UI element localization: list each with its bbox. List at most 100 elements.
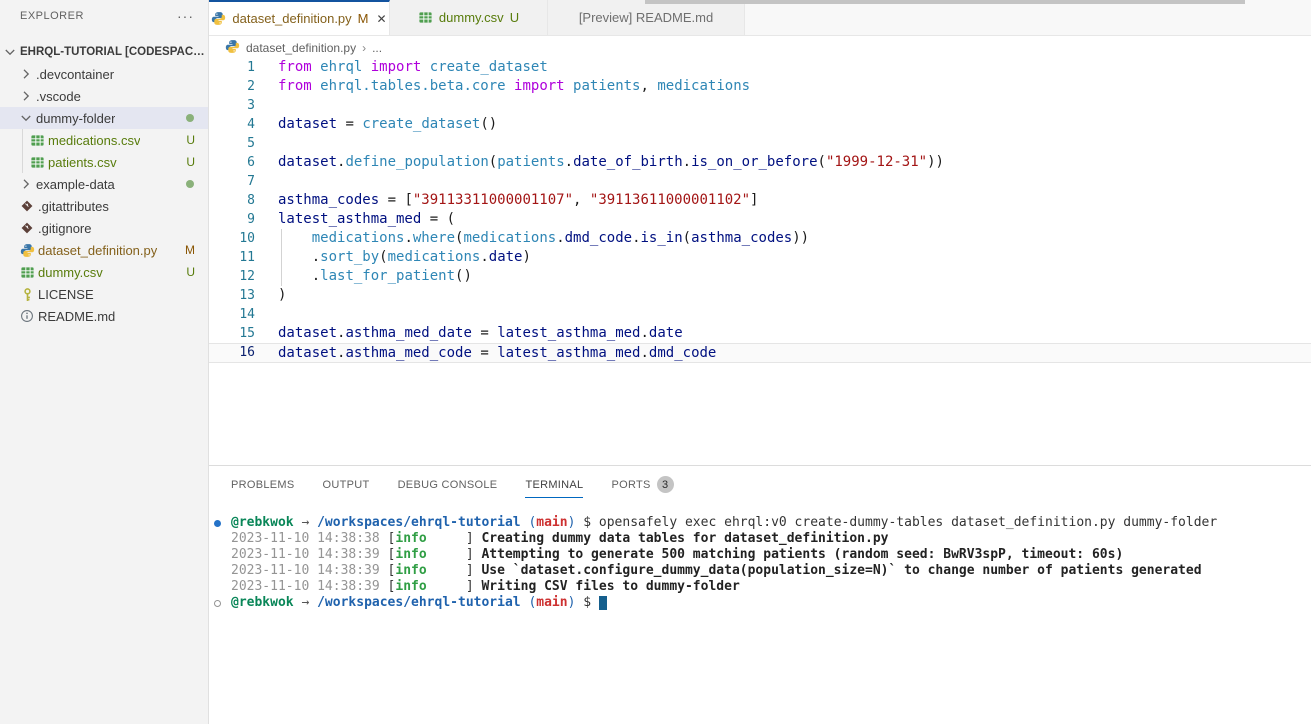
- tree-item-label: medications.csv: [48, 133, 140, 148]
- line-number: 9: [209, 210, 255, 229]
- line-number: 4: [209, 115, 255, 134]
- command-decoration-filled[interactable]: [214, 520, 221, 527]
- terminal-area[interactable]: @rebkwok → /workspaces/ehrql-tutorial (m…: [209, 515, 1311, 724]
- tab-git-badge: M: [358, 11, 369, 26]
- python-file-icon: [18, 242, 36, 258]
- line-number: 1: [209, 58, 255, 77]
- tree-item-label: .devcontainer: [36, 67, 114, 82]
- panel-tab-terminal[interactable]: TERMINAL: [525, 466, 583, 503]
- chevron-right-icon[interactable]: [18, 88, 34, 104]
- terminal-cursor: [599, 596, 607, 610]
- git-file-icon: [18, 220, 36, 236]
- git-changes-dot: [186, 114, 194, 122]
- chevron-right-icon[interactable]: [18, 176, 34, 192]
- code-editor[interactable]: 1from ehrql import create_dataset2from e…: [209, 58, 1311, 465]
- breadcrumb-more[interactable]: ...: [372, 41, 382, 55]
- line-number: 12: [209, 267, 255, 286]
- code-line-9[interactable]: 9latest_asthma_med = (: [209, 210, 1311, 229]
- code-line-16[interactable]: 16dataset.asthma_med_code = latest_asthm…: [209, 343, 1311, 363]
- license-file-icon: [18, 286, 36, 302]
- breadcrumb[interactable]: dataset_definition.py › ...: [209, 36, 1311, 59]
- code-line-15[interactable]: 15dataset.asthma_med_date = latest_asthm…: [209, 324, 1311, 343]
- code-line-6[interactable]: 6dataset.define_population(patients.date…: [209, 153, 1311, 172]
- line-number: 16: [209, 344, 255, 362]
- chevron-down-icon[interactable]: [2, 44, 18, 60]
- tree-item-label: EHRQL-TUTORIAL [CODESPACES:...: [20, 46, 208, 58]
- tree-item--vscode[interactable]: .vscode: [0, 85, 208, 107]
- terminal-line-4: 2023-11-10 14:38:39 [info ] Use `dataset…: [209, 563, 1311, 579]
- tree-item-example-data[interactable]: example-data: [0, 173, 208, 195]
- line-number: 2: [209, 77, 255, 96]
- panel-tab-output[interactable]: OUTPUT: [323, 466, 370, 503]
- csv-file-icon: [28, 154, 46, 170]
- tree-item-label: dummy.csv: [38, 265, 103, 280]
- indent-guide: [281, 248, 282, 267]
- tree-item-dummy-csv[interactable]: dummy.csv U: [0, 261, 208, 283]
- terminal-line-5: 2023-11-10 14:38:39 [info ] Writing CSV …: [209, 579, 1311, 595]
- code-line-10[interactable]: 10 medications.where(medications.dmd_cod…: [209, 229, 1311, 248]
- close-icon[interactable]: ✕: [377, 12, 387, 26]
- code-line-13[interactable]: 13): [209, 286, 1311, 305]
- tree-item-ehrql-tutorial-codespaces-[interactable]: EHRQL-TUTORIAL [CODESPACES:...: [0, 41, 208, 63]
- code-line-2[interactable]: 2from ehrql.tables.beta.core import pati…: [209, 77, 1311, 96]
- line-number: 15: [209, 324, 255, 343]
- code-line-8[interactable]: 8asthma_codes = ["39113311000001107", "3…: [209, 191, 1311, 210]
- bottom-panel: PROBLEMS OUTPUT DEBUG CONSOLE TERMINAL PORTS…: [209, 465, 1311, 724]
- indent-guide: [281, 267, 282, 286]
- editor-tab--preview-readme-md[interactable]: [Preview] README.md: [548, 0, 745, 35]
- tab-scrollbar[interactable]: [645, 0, 1245, 4]
- command-decoration-empty[interactable]: [214, 600, 221, 607]
- indent-guide: [281, 229, 282, 248]
- code-line-3[interactable]: 3: [209, 96, 1311, 115]
- more-actions-icon[interactable]: ···: [177, 12, 194, 20]
- tree-item-patients-csv[interactable]: patients.csvU: [0, 151, 208, 173]
- tree-item-label: .gitignore: [38, 221, 91, 236]
- code-line-12[interactable]: 12 .last_for_patient(): [209, 267, 1311, 286]
- panel-tab-label: PORTS: [611, 479, 650, 491]
- tree-item-readme-md[interactable]: README.md: [0, 305, 208, 327]
- panel-tab-ports[interactable]: PORTS3: [611, 466, 673, 503]
- git-status-badge: U: [186, 155, 195, 169]
- tree-item-label: .gitattributes: [38, 199, 109, 214]
- breadcrumb-file[interactable]: dataset_definition.py: [246, 41, 356, 55]
- panel-tab-debug-console[interactable]: DEBUG CONSOLE: [398, 466, 498, 503]
- panel-tab-bar: PROBLEMS OUTPUT DEBUG CONSOLE TERMINAL PORTS…: [209, 466, 1311, 503]
- line-number: 8: [209, 191, 255, 210]
- code-line-11[interactable]: 11 .sort_by(medications.date): [209, 248, 1311, 267]
- panel-tab-label: DEBUG CONSOLE: [398, 479, 498, 491]
- breadcrumb-separator: ›: [362, 41, 366, 55]
- tree-item--gitattributes[interactable]: .gitattributes: [0, 195, 208, 217]
- git-status-badge: M: [185, 243, 195, 257]
- explorer-header: EXPLORER ···: [0, 0, 208, 22]
- code-line-14[interactable]: 14: [209, 305, 1311, 324]
- chevron-right-icon[interactable]: [18, 66, 34, 82]
- tree-item--gitignore[interactable]: .gitignore: [0, 217, 208, 239]
- git-changes-dot: [186, 180, 194, 188]
- editor-tab-dummy-csv[interactable]: dummy.csv U: [390, 0, 548, 35]
- tab-git-badge: U: [510, 10, 519, 25]
- git-status-badge: U: [186, 265, 195, 279]
- tree-item--devcontainer[interactable]: .devcontainer: [0, 63, 208, 85]
- tree-item-label: dummy-folder: [36, 111, 115, 126]
- code-line-1[interactable]: 1from ehrql import create_dataset: [209, 58, 1311, 77]
- panel-tab-label: TERMINAL: [525, 479, 583, 491]
- code-line-4[interactable]: 4dataset = create_dataset(): [209, 115, 1311, 134]
- tree-item-medications-csv[interactable]: medications.csvU: [0, 129, 208, 151]
- csv-icon: [418, 10, 433, 25]
- editor-tab-dataset-definition-py[interactable]: dataset_definition.pyM✕: [209, 0, 390, 35]
- tab-label: [Preview] README.md: [579, 10, 713, 25]
- code-line-5[interactable]: 5: [209, 134, 1311, 153]
- tab-label: dummy.csv: [439, 10, 504, 25]
- panel-tab-problems[interactable]: PROBLEMS: [231, 466, 295, 503]
- python-icon: [211, 11, 226, 26]
- panel-tab-label: PROBLEMS: [231, 479, 295, 491]
- tree-item-license[interactable]: LICENSE: [0, 283, 208, 305]
- code-line-7[interactable]: 7: [209, 172, 1311, 191]
- panel-tab-label: OUTPUT: [323, 479, 370, 491]
- chevron-down-icon[interactable]: [18, 110, 34, 126]
- tree-item-dummy-folder[interactable]: dummy-folder: [0, 107, 208, 129]
- line-number: 3: [209, 96, 255, 115]
- terminal-line-6: @rebkwok → /workspaces/ehrql-tutorial (m…: [209, 595, 1311, 611]
- tree-item-dataset-definition-py[interactable]: dataset_definition.pyM: [0, 239, 208, 261]
- file-tree[interactable]: EHRQL-TUTORIAL [CODESPACES:... .devcontai…: [0, 41, 208, 327]
